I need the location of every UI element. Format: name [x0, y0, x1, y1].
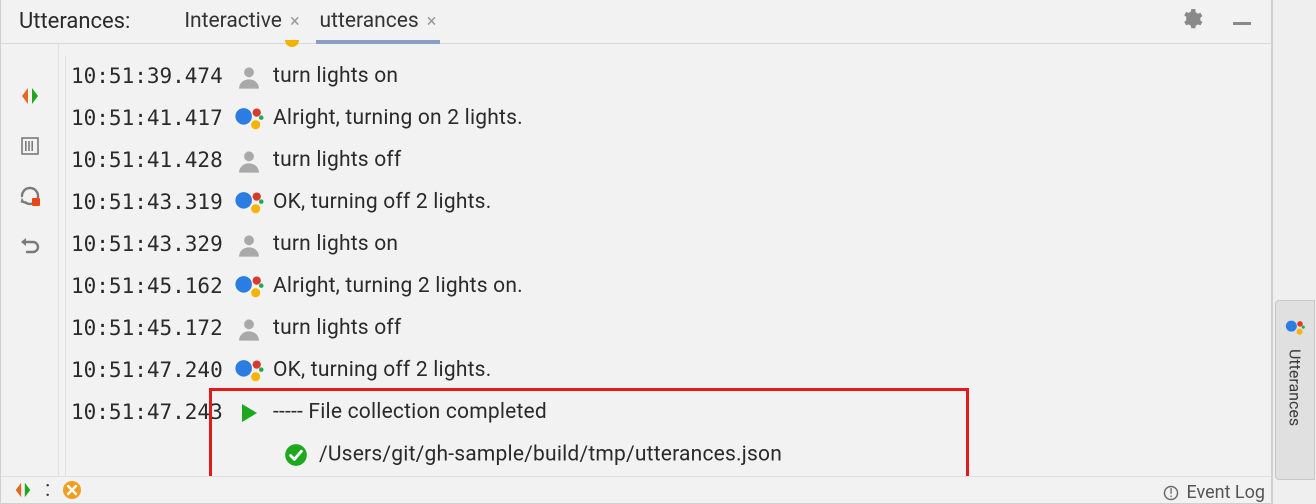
- assistant-icon: [233, 103, 265, 135]
- event-log-link[interactable]: Event Log: [1162, 482, 1265, 503]
- user-icon-cell: [225, 315, 273, 343]
- timestamp: 10:51:47.243: [69, 402, 225, 423]
- tool-window-tab-bar: Utterances: Interactive × utterances ×: [1, 0, 1271, 44]
- console-message: Alright, turning on 2 lights.: [273, 108, 1271, 129]
- user-icon: [235, 63, 263, 91]
- timestamp: 10:51:43.329: [69, 234, 225, 255]
- console-text: /Users/git/gh-sample/build/tmp/utterance…: [319, 442, 782, 466]
- soft-wrap-icon[interactable]: [18, 134, 42, 158]
- right-rail: Utterances: [1272, 0, 1316, 504]
- compare-icon[interactable]: [11, 478, 35, 502]
- error-icon[interactable]: [60, 478, 84, 502]
- partial-marker-icon: [285, 40, 299, 47]
- timestamp: 10:51:45.172: [69, 318, 225, 339]
- close-icon[interactable]: ×: [290, 11, 300, 32]
- assistant-icon-cell: [225, 103, 273, 135]
- timestamp: 10:51:43.319: [69, 192, 225, 213]
- rerun-icon[interactable]: [18, 184, 42, 208]
- assistant-icon: [233, 271, 265, 303]
- gutter-toolbar: [1, 44, 59, 476]
- play-icon-cell: [225, 401, 273, 425]
- assistant-icon-cell: [225, 271, 273, 303]
- user-icon: [235, 147, 263, 175]
- console-message: turn lights on: [273, 234, 1271, 255]
- assistant-icon-cell: [225, 187, 273, 219]
- console-row: 10:51:39.474 turn lights on: [69, 56, 1271, 98]
- timestamp: 10:51:41.417: [69, 108, 225, 129]
- timestamp: 10:51:41.428: [69, 150, 225, 171]
- gear-icon[interactable]: [1179, 7, 1203, 36]
- panel-title: Utterances:: [19, 9, 130, 34]
- user-icon: [235, 315, 263, 343]
- console-row: 10:51:43.319 OK, turning off 2 lights.: [69, 182, 1271, 224]
- console-message: OK, turning off 2 lights.: [273, 192, 1271, 213]
- status-bar: : Event Log: [1, 476, 1271, 503]
- console-message: turn lights on: [273, 66, 1271, 87]
- assistant-icon-cell: [225, 355, 273, 387]
- console-row: 10:51:41.428 turn lights off: [69, 140, 1271, 182]
- assistant-icon: [233, 355, 265, 387]
- tab-label: Interactive: [184, 9, 282, 33]
- event-log-label: Event Log: [1186, 482, 1265, 503]
- status-separator: :: [45, 477, 50, 502]
- play-icon: [237, 401, 261, 425]
- minimize-icon[interactable]: [1231, 12, 1253, 34]
- rail-label: Utterances: [1286, 349, 1305, 426]
- console-row: /Users/git/gh-sample/build/tmp/utterance…: [69, 434, 1271, 476]
- console-row: 10:51:47.243 ----- File collection compl…: [69, 392, 1271, 434]
- user-icon-cell: [225, 231, 273, 259]
- assistant-icon: [1284, 317, 1306, 339]
- timestamp: 10:51:45.162: [69, 276, 225, 297]
- assistant-icon: [233, 187, 265, 219]
- console-row: 10:51:45.172 turn lights off: [69, 308, 1271, 350]
- console-output[interactable]: 10:51:39.474 turn lights on10:51:41.417 …: [59, 44, 1271, 476]
- console-message: /Users/git/gh-sample/build/tmp/utterance…: [225, 442, 1271, 468]
- tab-label: utterances: [320, 9, 419, 33]
- user-icon-cell: [225, 63, 273, 91]
- utterances-rail-button[interactable]: Utterances: [1275, 300, 1315, 480]
- check-circle-icon: [283, 442, 309, 468]
- console-message: turn lights off: [273, 318, 1271, 339]
- user-icon-cell: [225, 147, 273, 175]
- tab-utterances[interactable]: utterances ×: [316, 0, 441, 43]
- tabs-container: Interactive × utterances ×: [180, 0, 440, 43]
- user-icon: [235, 231, 263, 259]
- close-icon[interactable]: ×: [427, 11, 437, 32]
- timestamp: 10:51:39.474: [69, 66, 225, 87]
- timestamp: 10:51:47.240: [69, 360, 225, 381]
- console-row: 10:51:45.162 Alright, turning 2 lights o…: [69, 266, 1271, 308]
- console-row: 10:51:47.240 OK, turning off 2 lights.: [69, 350, 1271, 392]
- console-row: 10:51:41.417 Alright, turning on 2 light…: [69, 98, 1271, 140]
- console-message: OK, turning off 2 lights.: [273, 360, 1271, 381]
- console-message: ----- File collection completed: [273, 402, 1271, 423]
- undo-icon[interactable]: [18, 234, 42, 258]
- tab-interactive[interactable]: Interactive ×: [180, 0, 303, 43]
- console-row: 10:51:43.329 turn lights on: [69, 224, 1271, 266]
- console-message: turn lights off: [273, 150, 1271, 171]
- compare-icon[interactable]: [18, 84, 42, 108]
- console-message: Alright, turning 2 lights on.: [273, 276, 1271, 297]
